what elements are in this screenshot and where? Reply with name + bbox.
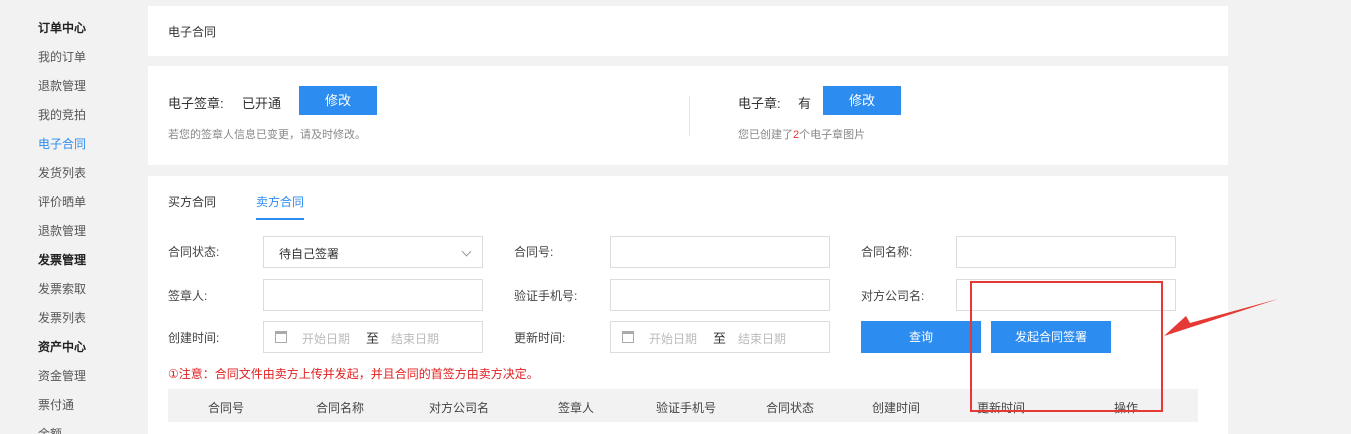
signature-panel: 电子签章: 已开通 修改 若您的签章人信息已变更，请及时修改。 电子章: 有 修… — [148, 66, 1228, 165]
page-title: 电子合同 — [168, 25, 217, 39]
chevron-down-icon — [461, 246, 472, 257]
created-time-label: 创建时间: — [168, 331, 220, 345]
sidebar-item-e-contract[interactable]: 电子合同 — [38, 135, 86, 152]
table-header: 合同号 合同名称 对方公司名 签章人 验证手机号 合同状态 创建时间 更新时间 … — [168, 389, 1198, 422]
th-actions[interactable]: 操作 — [1114, 399, 1138, 416]
sidebar-item-invoice-list[interactable]: 发票列表 — [38, 309, 86, 326]
updated-time-label: 更新时间: — [514, 331, 566, 345]
tab-seller-contracts[interactable]: 卖方合同 — [256, 193, 305, 220]
verify-phone-input[interactable] — [610, 279, 830, 311]
contract-name-input[interactable] — [956, 236, 1176, 268]
th-counterparty[interactable]: 对方公司名 — [429, 399, 489, 416]
created-start-date[interactable]: 开始日期 — [302, 330, 350, 347]
signature-edit-button[interactable]: 修改 — [299, 86, 377, 115]
contracts-panel: 买方合同 卖方合同 合同状态: 待自己签署 合同号: 合同名称: 签章人: 验证… — [148, 176, 1228, 434]
sidebar-item-funds[interactable]: 资金管理 — [38, 367, 86, 384]
updated-time-range[interactable]: 开始日期 至 结束日期 — [610, 321, 830, 353]
seal-hint-suffix: 个电子章图片 — [799, 129, 866, 141]
signer-input[interactable] — [263, 279, 483, 311]
sidebar-header-assets: 资产中心 — [38, 340, 87, 354]
contract-name-label: 合同名称: — [861, 245, 913, 259]
seal-status: 有 — [798, 96, 812, 111]
th-created-time[interactable]: 创建时间 — [872, 399, 920, 416]
sidebar-item-invoice-request[interactable]: 发票索取 — [38, 280, 86, 297]
sidebar: 订单中心 我的订单 退款管理 我的竞拍 电子合同 发货列表 评价晒单 退款管理 … — [0, 0, 140, 434]
th-updated-time[interactable]: 更新时间 — [977, 399, 1025, 416]
th-verify-phone[interactable]: 验证手机号 — [656, 399, 716, 416]
seal-edit-button[interactable]: 修改 — [823, 86, 901, 115]
th-contract-no[interactable]: 合同号 — [208, 399, 244, 416]
signer-label: 签章人: — [168, 289, 208, 303]
contract-status-value: 待自己签署 — [279, 247, 340, 261]
th-signer[interactable]: 签章人 — [558, 399, 594, 416]
signature-label: 电子签章: — [168, 96, 224, 111]
created-end-date[interactable]: 结束日期 — [391, 330, 439, 347]
th-contract-status[interactable]: 合同状态 — [766, 399, 814, 416]
signature-hint: 若您的签章人信息已变更，请及时修改。 — [168, 129, 366, 141]
updated-start-date[interactable]: 开始日期 — [649, 330, 697, 347]
sidebar-item-my-auctions[interactable]: 我的竞拍 — [38, 106, 86, 123]
updated-end-date[interactable]: 结束日期 — [738, 330, 786, 347]
sidebar-item-reviews[interactable]: 评价晒单 — [38, 193, 86, 210]
contract-status-select[interactable]: 待自己签署 — [263, 236, 483, 268]
seal-hint-prefix: 您已创建了 — [738, 129, 793, 141]
annotation-arrow-icon — [1164, 299, 1278, 336]
counterparty-label: 对方公司名: — [861, 289, 925, 303]
verify-phone-label: 验证手机号: — [514, 289, 578, 303]
created-time-range[interactable]: 开始日期 至 结束日期 — [263, 321, 483, 353]
sidebar-item-piaofutong[interactable]: 票付通 — [38, 396, 74, 413]
signature-status: 已开通 — [242, 96, 282, 111]
sidebar-item-refunds[interactable]: 退款管理 — [38, 77, 86, 94]
initiate-sign-button[interactable]: 发起合同签署 — [991, 321, 1111, 353]
sidebar-item-balance[interactable]: 余额 — [38, 425, 62, 434]
title-panel: 电子合同 — [148, 6, 1228, 56]
contract-status-label: 合同状态: — [168, 245, 220, 259]
sidebar-header-order-center: 订单中心 — [38, 21, 87, 35]
updated-range-separator: 至 — [713, 331, 727, 346]
calendar-icon — [275, 331, 287, 343]
query-button[interactable]: 查询 — [861, 321, 981, 353]
contract-no-label: 合同号: — [514, 245, 554, 259]
divider — [689, 96, 690, 136]
sidebar-item-my-orders[interactable]: 我的订单 — [38, 48, 86, 65]
sidebar-item-shipping-list[interactable]: 发货列表 — [38, 164, 86, 181]
calendar-icon — [622, 331, 634, 343]
sidebar-item-refunds-2[interactable]: 退款管理 — [38, 222, 86, 239]
tab-buyer-contracts[interactable]: 买方合同 — [168, 193, 216, 218]
th-contract-name[interactable]: 合同名称 — [316, 399, 364, 416]
contract-no-input[interactable] — [610, 236, 830, 268]
seal-label: 电子章: — [738, 96, 781, 111]
seal-hint: 您已创建了2个电子章图片 — [738, 126, 865, 142]
created-range-separator: 至 — [366, 331, 380, 346]
notice-text: ①注意：合同文件由卖方上传并发起，并且合同的首签方由卖方决定。 — [168, 367, 539, 381]
sidebar-header-invoice: 发票管理 — [38, 253, 87, 267]
counterparty-input[interactable] — [956, 279, 1176, 311]
